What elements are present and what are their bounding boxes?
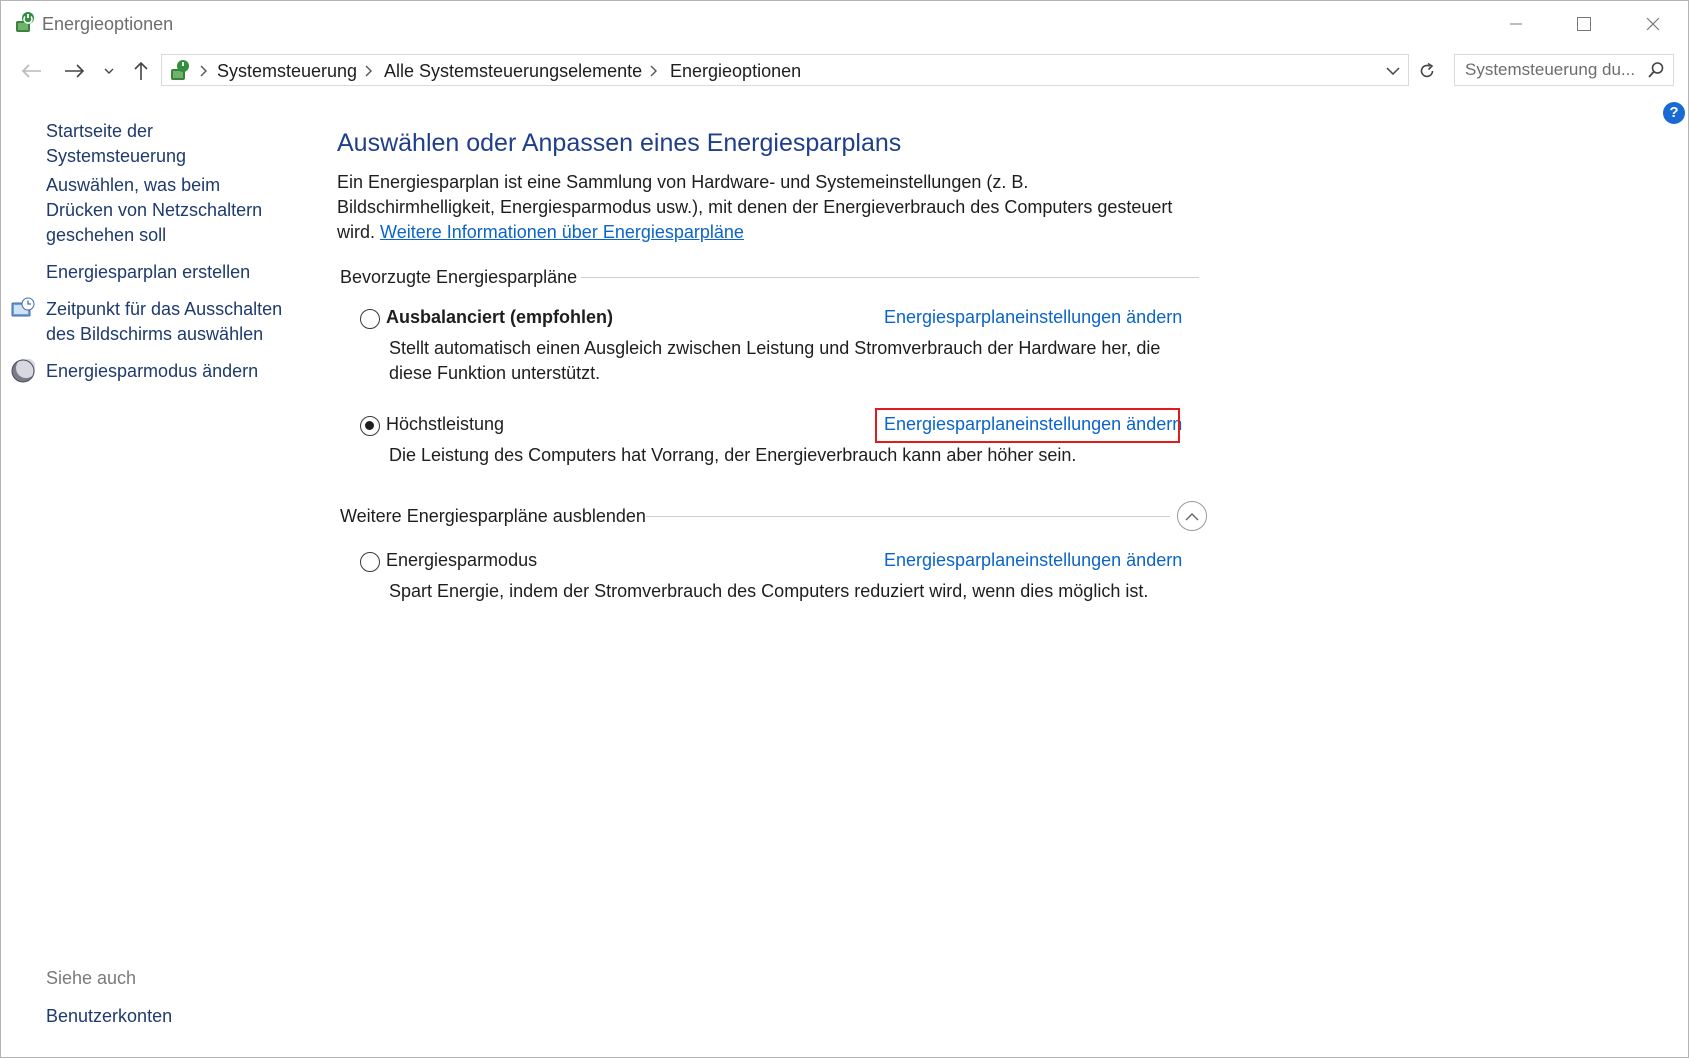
breadcrumb-separator-icon [200,65,207,77]
forward-button[interactable] [59,55,91,87]
change-plan-settings-link-energiesparmodus[interactable]: Energiesparplaneinstellungen ändern [884,550,1182,571]
refresh-icon [1420,62,1434,78]
maximize-button[interactable] [1549,1,1619,47]
chevron-down-icon [1386,66,1400,75]
more-plans-heading[interactable]: Weitere Energiesparpläne ausblenden [340,506,646,527]
search-input[interactable] [1455,55,1645,85]
plan-description-ausbalanciert: Stellt automatisch einen Ausgleich zwisc… [389,338,1161,383]
back-arrow-icon [21,64,41,78]
address-bar[interactable]: Systemsteuerung Alle Systemsteuerungsele… [161,54,1409,86]
sidebar-item-create-plan[interactable]: Energiesparplan erstellen [46,260,296,285]
recent-locations-button[interactable] [100,55,118,87]
divider [646,516,1170,517]
address-history-button[interactable] [1380,55,1406,85]
preferred-plans-heading: Bevorzugte Energiesparpläne [340,267,578,287]
breadcrumb-separator-icon [650,65,657,77]
intro-paragraph: Ein Energiesparplan ist eine Sammlung vo… [337,170,1177,245]
back-button[interactable] [15,55,47,87]
see-also-user-accounts[interactable]: Benutzerkonten [46,1004,296,1029]
divider [581,277,1199,278]
forward-arrow-icon [65,64,85,78]
sidebar-item-home[interactable]: Startseite der Systemsteuerung [46,119,296,169]
plan-description-energiesparmodus: Spart Energie, indem der Stromverbrauch … [389,581,1149,601]
radio-ausbalanciert[interactable] [360,309,380,329]
radio-energiesparmodus[interactable] [360,552,380,572]
minimize-button[interactable] [1481,1,1551,47]
sidebar-item-display-off[interactable]: Zeitpunkt für das Ausschalten des Bildsc… [46,297,301,347]
control-panel-window: Energieoptionen Systemsteuerung Alle Sys… [0,0,1689,1058]
up-arrow-icon [134,61,148,80]
change-plan-settings-link-ausbalanciert[interactable]: Energiesparplaneinstellungen ändern [884,307,1182,328]
highlight-box [875,408,1180,443]
chevron-up-icon [1185,512,1199,520]
moon-icon [11,358,36,383]
chevron-down-icon [104,68,114,74]
window-title: Energieoptionen [42,14,174,34]
more-info-link[interactable]: Weitere Informationen über Energiesparpl… [380,222,744,242]
plan-description-hoechstleistung: Die Leistung des Computers hat Vorrang, … [389,445,1077,465]
control-panel-icon [168,59,192,83]
navigation-bar: Systemsteuerung Alle Systemsteuerungsele… [1,53,1688,89]
close-button[interactable] [1618,1,1688,47]
collapse-more-plans-button[interactable] [1177,501,1207,531]
monitor-clock-icon [11,297,35,321]
search-icon[interactable] [1647,61,1665,79]
help-icon[interactable]: ? [1663,102,1685,124]
power-options-icon [13,11,37,35]
breadcrumb-separator-icon [365,65,372,77]
title-bar: Energieoptionen [1,1,1688,47]
up-button[interactable] [125,55,157,87]
plan-name-energiesparmodus[interactable]: Energiesparmodus [386,550,537,571]
search-box[interactable] [1454,54,1674,86]
page-title: Auswählen oder Anpassen eines Energiespa… [337,129,902,157]
radio-hoechstleistung[interactable] [360,416,380,436]
sidebar-item-sleep-mode[interactable]: Energiesparmodus ändern [46,359,296,384]
see-also-heading: Siehe auch [46,968,137,988]
breadcrumb-energieoptionen[interactable]: Energieoptionen [670,61,801,82]
plan-name-hoechstleistung[interactable]: Höchstleistung [386,414,504,435]
sidebar-item-power-buttons[interactable]: Auswählen, was beim Drücken von Netzscha… [46,173,291,248]
breadcrumb-systemsteuerung[interactable]: Systemsteuerung [217,61,357,82]
refresh-button[interactable] [1412,55,1442,87]
plan-name-ausbalanciert[interactable]: Ausbalanciert (empfohlen) [386,307,613,328]
breadcrumb-alle-elemente[interactable]: Alle Systemsteuerungselemente [384,61,642,82]
